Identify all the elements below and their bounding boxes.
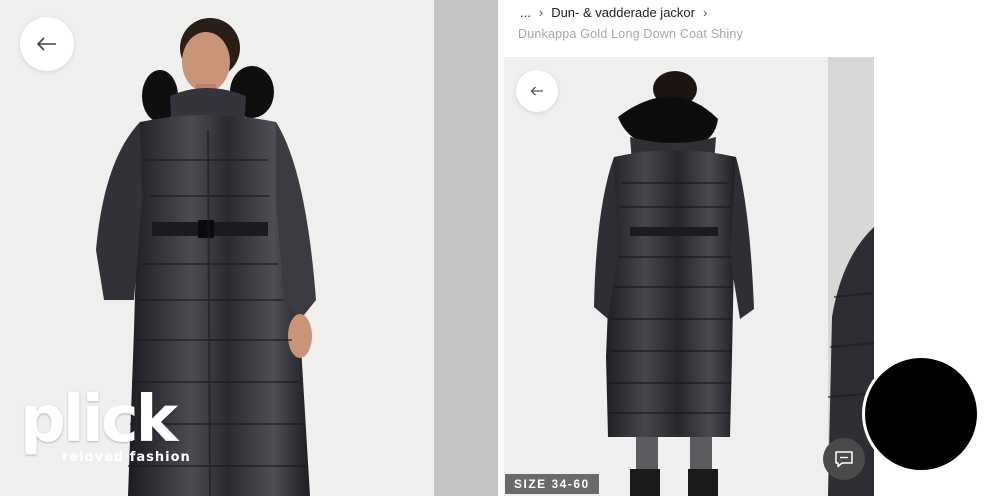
product-title: Dunkappa Gold Long Down Coat Shiny <box>518 27 743 41</box>
plick-logo: plick reloved fashion <box>20 388 191 465</box>
breadcrumb-category[interactable]: Dun- & vadderade jackor <box>551 5 695 20</box>
chat-bubble-icon <box>835 451 853 468</box>
logo-word: plick <box>20 383 178 457</box>
arrow-left-icon <box>530 86 543 96</box>
product-photo-back <box>594 71 754 496</box>
back-button[interactable] <box>20 17 74 71</box>
arrow-left-icon <box>37 37 56 51</box>
left-product-image-panel: plick reloved fashion <box>0 0 434 496</box>
chevron-right-icon: › <box>703 5 708 20</box>
product-image-gallery[interactable] <box>504 57 828 496</box>
record-button[interactable] <box>862 355 980 473</box>
breadcrumb-ellipsis[interactable]: ... <box>520 5 531 20</box>
logo-tagline: reloved fashion <box>62 450 191 465</box>
gallery-back-button[interactable] <box>516 70 558 112</box>
size-badge: SIZE 34-60 <box>505 474 599 494</box>
panel-divider <box>434 0 498 496</box>
breadcrumb: ... › Dun- & vadderade jackor › <box>518 5 715 20</box>
chat-button[interactable] <box>823 438 865 480</box>
chevron-right-icon: › <box>538 5 544 20</box>
